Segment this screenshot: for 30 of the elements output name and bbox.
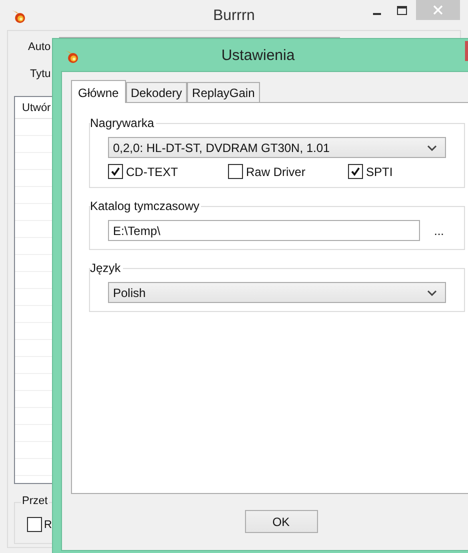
fireball-icon: [10, 8, 26, 24]
tab[interactable]: ReplayGain: [187, 82, 260, 102]
checkbox-label: SPTI: [366, 164, 393, 178]
chevron-down-icon: [427, 290, 437, 296]
group-title: Nagrywarka: [90, 116, 156, 130]
group-title: Język: [90, 261, 123, 275]
dialog-title: Ustawienia: [220, 47, 296, 64]
input-field[interactable]: E:\Temp\: [108, 220, 420, 241]
group-title: Katalog tymczasowy: [90, 199, 202, 213]
dropdown[interactable]: Polish: [108, 282, 446, 303]
maximize-icon[interactable]: [397, 6, 407, 16]
checkbox-label: Raw Driver: [246, 164, 306, 178]
checkbox-label: CD-TEXT: [126, 164, 178, 178]
browse-button[interactable]: ...: [434, 224, 444, 238]
close-icon: [433, 5, 443, 15]
field-label: Auto: [28, 41, 51, 53]
window-title: Burrrn: [212, 7, 256, 24]
field-label: Tytu: [30, 68, 51, 80]
checkbox-label: R: [44, 518, 52, 530]
checkbox[interactable]: [348, 164, 363, 179]
fireball-icon: [63, 48, 79, 64]
tab[interactable]: Dekodery: [126, 82, 188, 102]
checkbox[interactable]: [27, 517, 42, 532]
checkbox[interactable]: [108, 164, 123, 179]
group-title: Przet: [21, 495, 49, 507]
checkbox[interactable]: [228, 164, 243, 179]
chevron-down-icon: [427, 144, 437, 150]
ok-button[interactable]: OK: [244, 510, 318, 533]
dropdown[interactable]: 0,2,0: HL-DT-ST, DVDRAM GT30N, 1.01: [108, 137, 446, 158]
tab[interactable]: Główne: [71, 80, 126, 103]
